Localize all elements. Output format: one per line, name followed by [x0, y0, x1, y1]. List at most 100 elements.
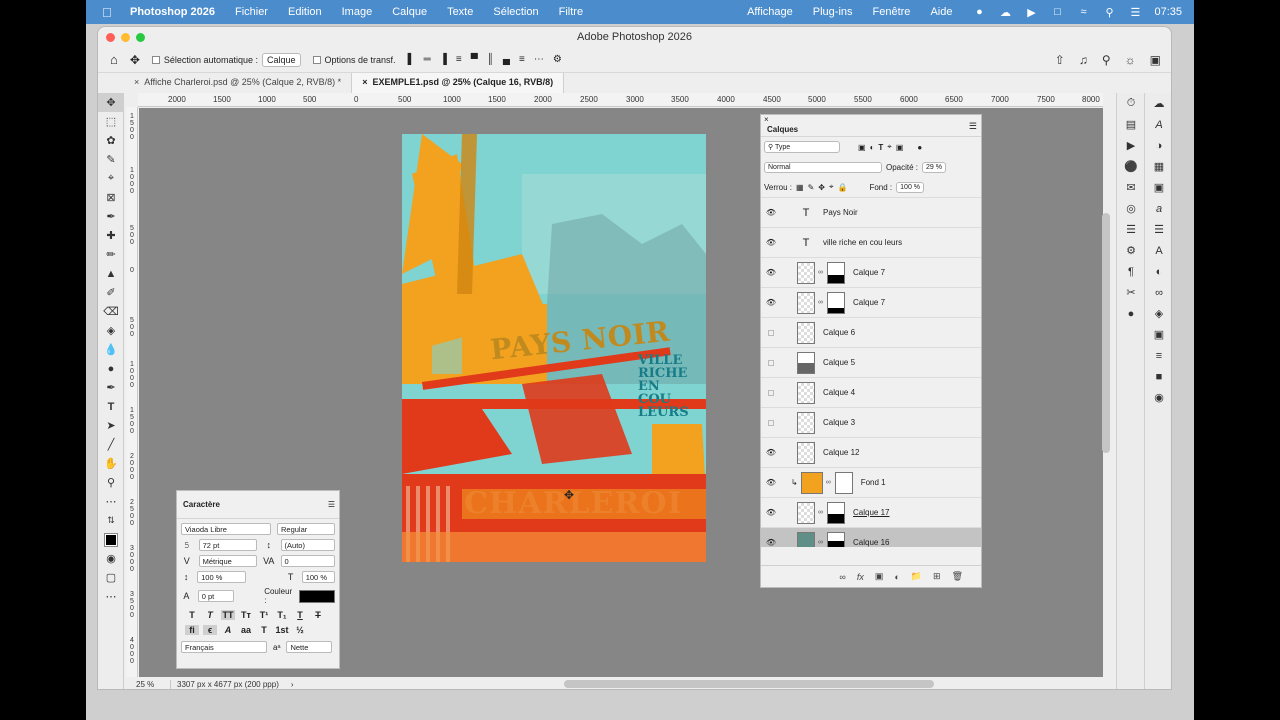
paragraph-panel-icon[interactable]: ¶	[1117, 261, 1145, 282]
align-hcenter-icon[interactable]: ═	[424, 54, 431, 65]
more-options-icon[interactable]: ⋯	[534, 54, 544, 65]
patterns-panel-icon[interactable]: ◉	[1145, 387, 1171, 408]
hidden-visibility-box[interactable]	[761, 389, 781, 396]
filter-pixel-icon[interactable]: ▣	[858, 143, 866, 152]
eye-icon[interactable]: 👁	[761, 208, 781, 217]
delete-layer-icon[interactable]: 🗑	[952, 571, 963, 582]
crop-tool-icon[interactable]: ⌖	[98, 169, 124, 188]
panel-menu-icon[interactable]: ☰	[328, 500, 335, 509]
brush-panel-icon[interactable]: ⚫	[1117, 156, 1145, 177]
link-icon[interactable]: ∞	[818, 269, 823, 276]
hidden-visibility-box[interactable]	[761, 419, 781, 426]
tab-close-icon[interactable]: ×	[134, 77, 139, 87]
superscript-icon[interactable]: T¹	[257, 610, 271, 620]
minimize-window-button[interactable]	[121, 33, 130, 42]
menu-plugins[interactable]: Plug-ins	[813, 6, 853, 18]
quick-mask-icon[interactable]: ◉	[98, 549, 124, 568]
frame-tool-icon[interactable]: ⊠	[98, 188, 124, 207]
swap-colors-icon[interactable]: ⇅	[98, 511, 124, 530]
faux-bold-icon[interactable]: T	[185, 610, 199, 620]
ligatures-icon[interactable]: fi	[185, 625, 199, 635]
link-icon[interactable]: ∞	[818, 509, 823, 516]
play-icon[interactable]: ▶	[1024, 6, 1038, 19]
titling-icon[interactable]: T	[257, 625, 271, 635]
gradient-tool-icon[interactable]: ◈	[98, 321, 124, 340]
more-tools-icon[interactable]: ⋯	[98, 492, 124, 511]
hidden-visibility-box[interactable]	[761, 359, 781, 366]
search-icon[interactable]: ⚲	[1102, 53, 1111, 67]
language-dropdown[interactable]: Français	[181, 641, 267, 653]
shapes-panel-icon[interactable]: ■	[1145, 366, 1171, 387]
apple-icon[interactable]: 	[102, 5, 116, 20]
app-menu[interactable]: Photoshop 2026	[130, 6, 215, 18]
layer-row[interactable]: 👁 ∞ Calque 7	[761, 287, 981, 317]
layer-row[interactable]: 👁 T Pays Noir	[761, 197, 981, 227]
layer-row[interactable]: Calque 4	[761, 377, 981, 407]
link-icon[interactable]: ∞	[818, 299, 823, 306]
share-icon[interactable]: ⇧	[1055, 53, 1065, 67]
character-styles-icon[interactable]: A	[1145, 114, 1171, 135]
eye-icon[interactable]: 👁	[761, 238, 781, 247]
zoom-window-button[interactable]	[136, 33, 145, 42]
workspace-icon[interactable]: ▣	[1150, 53, 1161, 67]
eye-icon[interactable]: 👁	[761, 538, 781, 547]
menu-selection[interactable]: Sélection	[493, 6, 538, 18]
sliders-panel-icon[interactable]: ⚙	[1117, 240, 1145, 261]
quick-select-tool-icon[interactable]: ✎	[98, 150, 124, 169]
filter-smart-icon[interactable]: ▣	[896, 143, 904, 152]
filter-adjust-icon[interactable]: ◐	[870, 143, 875, 152]
auto-select-checkbox[interactable]	[151, 55, 160, 64]
tab-close-icon[interactable]: ×	[362, 77, 367, 87]
bell-icon[interactable]: ♫	[1079, 53, 1088, 67]
path-select-tool-icon[interactable]: ➤	[98, 416, 124, 435]
menu-texte[interactable]: Texte	[447, 6, 473, 18]
status-arrow-icon[interactable]: ›	[291, 680, 294, 689]
new-layer-icon[interactable]: ⊞	[933, 571, 941, 582]
layer-row[interactable]: 👁 ∞ Calque 17	[761, 497, 981, 527]
record-icon[interactable]: ●	[972, 6, 986, 18]
wifi-icon[interactable]: ≈	[1076, 6, 1090, 18]
menu-edition[interactable]: Edition	[288, 6, 322, 18]
vertical-scale-input[interactable]: 100 %	[197, 571, 246, 583]
swash-icon[interactable]: A	[221, 625, 235, 635]
blend-mode-dropdown[interactable]: Normal	[764, 161, 882, 173]
add-mask-icon[interactable]: ▣	[875, 571, 884, 582]
transform-checkbox[interactable]	[312, 55, 321, 64]
discretionary-ligatures-icon[interactable]: ϵ	[203, 625, 217, 635]
move-tool-icon[interactable]: ✥	[130, 53, 140, 67]
actions-panel-icon[interactable]: ▶	[1117, 135, 1145, 156]
layer-row-selected[interactable]: 👁 ∞ Calque 16	[761, 527, 981, 547]
baseline-shift-input[interactable]: 0 pt	[197, 590, 235, 602]
swatches-panel-icon[interactable]: ▦	[1145, 156, 1171, 177]
stamp-tool-icon[interactable]: ▲	[98, 264, 124, 283]
menu-fenetre[interactable]: Fenêtre	[873, 6, 911, 18]
layer-row[interactable]: Calque 5	[761, 347, 981, 377]
eraser-tool-icon[interactable]: ⌫	[98, 302, 124, 321]
styles-panel-icon[interactable]: A	[1145, 240, 1171, 261]
hand-tool-icon[interactable]: ✋	[98, 454, 124, 473]
panel-menu-icon[interactable]: ☰	[969, 121, 977, 132]
font-size-input[interactable]: 72 pt	[198, 539, 257, 551]
link-layers-icon[interactable]: ∞	[839, 572, 845, 582]
menu-filtre[interactable]: Filtre	[559, 6, 583, 18]
home-icon[interactable]: ⌂	[110, 52, 118, 67]
eye-icon[interactable]: 👁	[761, 298, 781, 307]
menu-aide[interactable]: Aide	[930, 6, 952, 18]
eye-icon[interactable]: 👁	[761, 478, 781, 487]
filter-toggle-icon[interactable]: ●	[917, 143, 922, 152]
eye-icon[interactable]: 👁	[761, 508, 781, 517]
ordinals-icon[interactable]: 1st	[275, 625, 289, 635]
text-color-swatch[interactable]	[299, 589, 335, 603]
foreground-color-swatch[interactable]	[98, 530, 124, 549]
underline-icon[interactable]: T	[293, 610, 307, 620]
layer-row[interactable]: Calque 6	[761, 317, 981, 347]
channels-panel-icon[interactable]: ☰	[1145, 219, 1171, 240]
brush-tool-icon[interactable]: ✏	[98, 245, 124, 264]
lock-image-icon[interactable]: ✎	[808, 183, 815, 192]
tab-exemple1[interactable]: × EXEMPLE1.psd @ 25% (Calque 16, RVB/8)	[352, 73, 565, 93]
new-group-icon[interactable]: 📁	[911, 571, 922, 582]
align-right-icon[interactable]: ▐	[440, 54, 447, 65]
healing-tool-icon[interactable]: ✚	[98, 226, 124, 245]
layer-row[interactable]: 👁 T ville riche en cou leurs	[761, 227, 981, 257]
distribute-icon[interactable]: ≡	[456, 54, 462, 65]
